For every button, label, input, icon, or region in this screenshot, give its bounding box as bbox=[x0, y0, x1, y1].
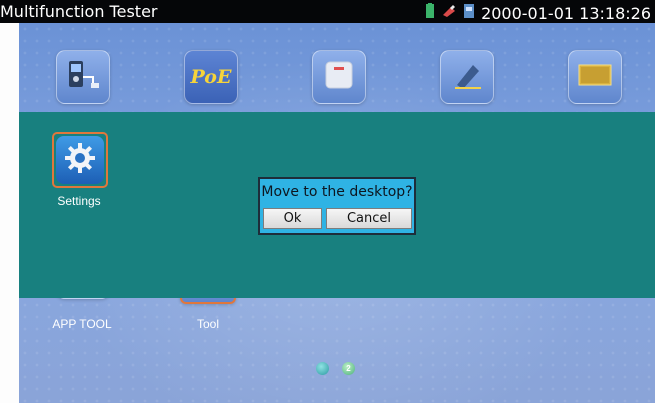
power-outage-icon bbox=[321, 57, 357, 98]
settings-label: Settings bbox=[57, 194, 101, 208]
gear-icon bbox=[63, 141, 97, 180]
ok-button[interactable]: Ok bbox=[263, 208, 322, 229]
app-title: Multifunction Tester bbox=[0, 2, 158, 21]
move-to-desktop-dialog: Move to the desktop? Ok Cancel bbox=[258, 177, 416, 235]
usb-icon bbox=[441, 3, 457, 24]
status-icons: 2000-01-01 13:18:26 bbox=[425, 3, 651, 24]
cancel-button[interactable]: Cancel bbox=[326, 208, 412, 229]
app-cable-tester[interactable] bbox=[56, 50, 110, 104]
tool-label: Tool bbox=[196, 317, 219, 331]
data-icon bbox=[575, 55, 615, 100]
page-number: 2 bbox=[346, 364, 351, 373]
dialog-message: Move to the desktop? bbox=[261, 184, 413, 200]
page-dot-1[interactable] bbox=[316, 362, 329, 375]
left-margin bbox=[0, 23, 19, 403]
settings-app[interactable] bbox=[52, 132, 108, 188]
status-bar: Multifunction Tester 2000-01-01 13:18:26 bbox=[0, 0, 655, 23]
app-power-outage[interactable] bbox=[312, 50, 366, 104]
screen: PoE APP TOOL Tool 2 Multifunction Tester… bbox=[0, 0, 655, 403]
poe-icon: PoE bbox=[190, 66, 232, 88]
battery-icon bbox=[425, 3, 435, 24]
app-poe[interactable]: PoE bbox=[184, 50, 238, 104]
page-dot-2[interactable]: 2 bbox=[342, 362, 355, 375]
app-cable-search[interactable] bbox=[440, 50, 494, 104]
datetime: 2000-01-01 13:18:26 bbox=[481, 4, 651, 23]
network-icon bbox=[463, 3, 475, 24]
app-tool-label: APP TOOL bbox=[52, 317, 112, 331]
cable-search-icon bbox=[447, 55, 487, 100]
settings-icon-background bbox=[56, 136, 104, 184]
cable-tester-icon bbox=[63, 55, 103, 100]
app-data[interactable] bbox=[568, 50, 622, 104]
